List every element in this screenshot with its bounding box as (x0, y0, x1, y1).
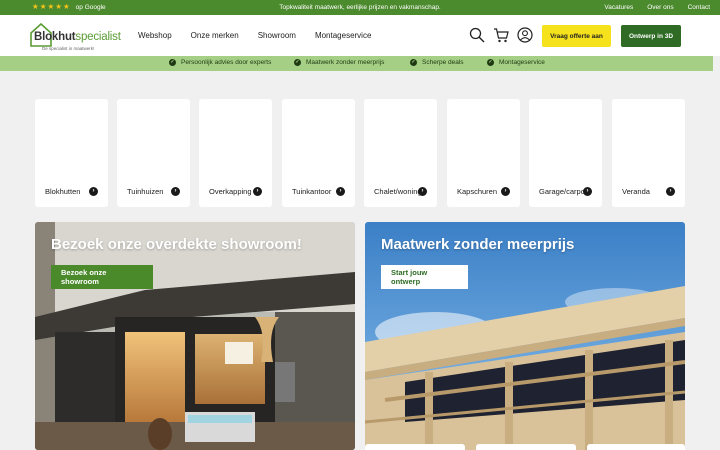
account-icon[interactable] (517, 27, 533, 43)
arrow-right-icon: › (336, 187, 345, 196)
link-over-ons[interactable]: Over ons (647, 4, 673, 11)
arrow-right-icon: › (171, 187, 180, 196)
showroom-banner[interactable]: Bezoek onze overdekte showroom! Bezoek o… (35, 222, 355, 450)
check-icon: ✓ (487, 59, 494, 66)
category-card-garage-carport[interactable]: Garage/carport › (529, 99, 602, 207)
link-contact[interactable]: Contact (688, 4, 710, 11)
nav-onze-merken[interactable]: Onze merken (191, 31, 239, 40)
showroom-banner-title: Bezoek onze overdekte showroom! (51, 236, 302, 253)
arrow-right-icon: › (501, 187, 510, 196)
maatwerk-banner[interactable]: Maatwerk zonder meerprijs Start jouw ont… (365, 222, 685, 450)
link-vacatures[interactable]: Vacatures (604, 4, 633, 11)
arrow-right-icon: › (666, 187, 675, 196)
request-quote-button[interactable]: Vraag offerte aan (542, 25, 611, 47)
check-icon: ✓ (169, 59, 176, 66)
visit-showroom-button[interactable]: Bezoek onze showroom (51, 265, 153, 289)
main-nav: Webshop Onze merken Showroom Montageserv… (138, 31, 390, 40)
scrollbar[interactable] (713, 56, 720, 450)
category-card-chalet-woning[interactable]: Chalet/woning › (364, 99, 437, 207)
category-card-tuinhuizen[interactable]: Tuinhuizen › (117, 99, 190, 207)
category-card-veranda[interactable]: Veranda › (612, 99, 685, 207)
next-section-card (365, 444, 465, 450)
category-card-overkapping[interactable]: Overkapping › (199, 99, 272, 207)
cart-icon[interactable] (493, 27, 509, 43)
top-bar: ★ ★ ★ ★ ★ op Google Topkwaliteit maatwer… (0, 0, 720, 15)
main-header: Blokhutspecialist De specialist in maatw… (0, 15, 720, 56)
logo[interactable]: Blokhutspecialist De specialist in maatw… (30, 23, 122, 51)
next-section-card (476, 444, 576, 450)
nav-webshop[interactable]: Webshop (138, 31, 172, 40)
search-icon[interactable] (469, 27, 485, 43)
usp-item: ✓ Scherpe deals (410, 59, 464, 66)
usp-item: ✓ Maatwerk zonder meerprijs (294, 59, 385, 66)
showroom-photo (35, 222, 355, 450)
next-section-card (587, 444, 685, 450)
arrow-right-icon: › (89, 187, 98, 196)
usp-item: ✓ Montageservice (487, 59, 545, 66)
category-card-kapschuren[interactable]: Kapschuren › (447, 99, 520, 207)
brand-name: Blokhutspecialist (34, 31, 121, 43)
check-icon: ✓ (294, 59, 301, 66)
usp-bar: ✓ Persoonlijk advies door experts ✓ Maatwe… (0, 56, 713, 71)
design-3d-button[interactable]: Ontwerp in 3D (621, 25, 681, 47)
nav-showroom[interactable]: Showroom (258, 31, 296, 40)
usp-item: ✓ Persoonlijk advies door experts (169, 59, 272, 66)
check-icon: ✓ (410, 59, 417, 66)
start-design-button[interactable]: Start jouw ontwerp (381, 265, 468, 289)
nav-montageservice[interactable]: Montageservice (315, 31, 371, 40)
arrow-right-icon: › (583, 187, 592, 196)
arrow-right-icon: › (418, 187, 427, 196)
pergola-photo (365, 222, 685, 450)
maatwerk-banner-title: Maatwerk zonder meerprijs (381, 236, 575, 253)
top-links: Vacatures Over ons Contact (604, 4, 710, 11)
category-card-tuinkantoor[interactable]: Tuinkantoor › (282, 99, 355, 207)
brand-subtitle: De specialist in maatwerk! (42, 46, 95, 51)
arrow-right-icon: › (253, 187, 262, 196)
category-card-blokhutten[interactable]: Blokhutten › (35, 99, 108, 207)
